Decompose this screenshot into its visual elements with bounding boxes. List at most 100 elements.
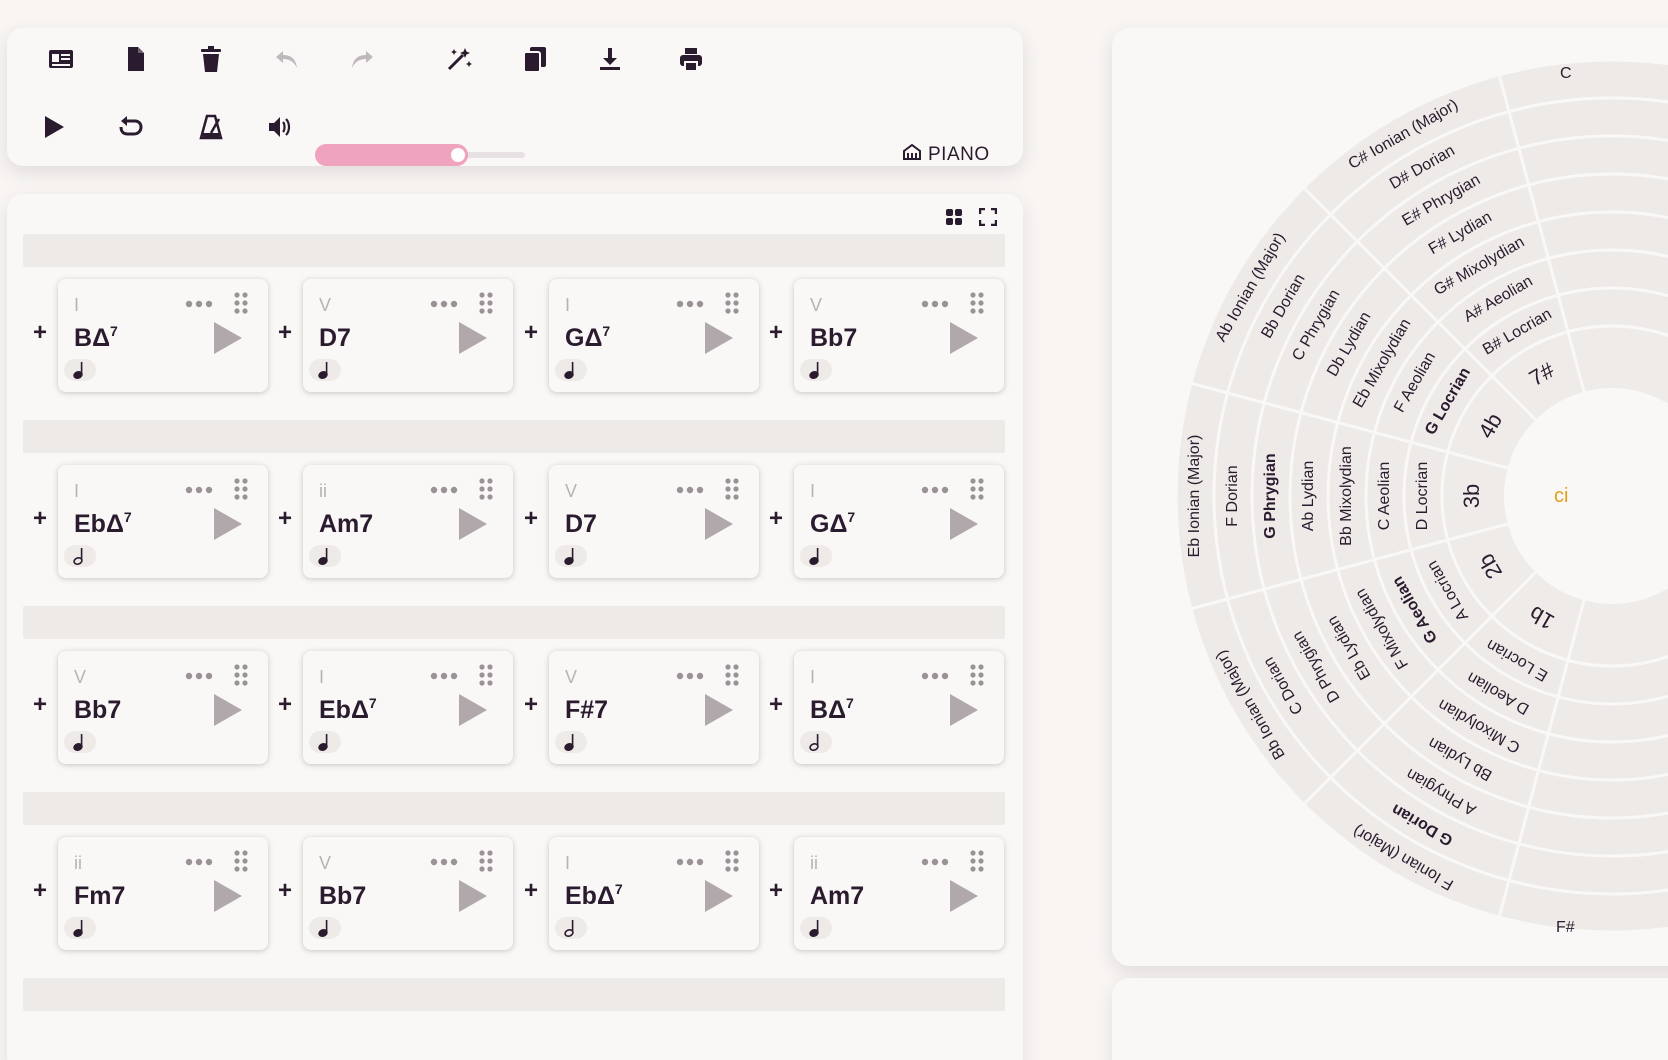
duration-badge[interactable] — [800, 359, 832, 381]
measure-drop-zone[interactable] — [23, 234, 1005, 267]
add-chord-button[interactable]: + — [30, 505, 50, 532]
delete-button[interactable] — [193, 41, 229, 77]
loop-button[interactable] — [113, 109, 149, 145]
chord-card[interactable]: V Bb7 — [58, 651, 268, 764]
chord-menu-button[interactable] — [676, 855, 706, 867]
mode-label[interactable]: G Phrygian — [1262, 453, 1279, 538]
chord-card[interactable]: V Bb7 — [303, 837, 513, 950]
chord-card[interactable]: ii Am7 — [794, 837, 1004, 950]
measure-drop-zone[interactable] — [23, 792, 1005, 825]
duration-badge[interactable] — [555, 359, 587, 381]
duration-badge[interactable] — [64, 917, 96, 939]
chord-card[interactable]: V Bb7 — [794, 279, 1004, 392]
drag-handle[interactable] — [724, 291, 740, 315]
duration-badge[interactable] — [64, 359, 96, 381]
play-chord-button[interactable] — [455, 505, 491, 543]
duration-badge[interactable] — [309, 731, 341, 753]
chord-menu-button[interactable] — [921, 855, 951, 867]
play-chord-button[interactable] — [455, 691, 491, 729]
play-chord-button[interactable] — [946, 319, 982, 357]
play-button[interactable] — [36, 109, 72, 145]
drag-handle[interactable] — [233, 291, 249, 315]
duration-badge[interactable] — [555, 917, 587, 939]
drag-handle[interactable] — [724, 663, 740, 687]
add-chord-button[interactable]: + — [30, 691, 50, 718]
chord-card[interactable]: I GΔ7 — [794, 465, 1004, 578]
chord-menu-button[interactable] — [921, 669, 951, 681]
chord-card[interactable]: V D7 — [549, 465, 759, 578]
add-chord-button[interactable]: + — [766, 319, 786, 346]
metronome-button[interactable] — [193, 109, 229, 145]
grid-view-button[interactable] — [945, 208, 963, 226]
copy-button[interactable] — [517, 41, 553, 77]
drag-handle[interactable] — [724, 849, 740, 873]
key-signature-label[interactable]: 3b — [1459, 484, 1484, 508]
volume-slider[interactable] — [315, 142, 525, 168]
new-file-button[interactable] — [118, 41, 154, 77]
chord-menu-button[interactable] — [430, 297, 460, 309]
add-chord-button[interactable]: + — [766, 877, 786, 904]
duration-badge[interactable] — [555, 731, 587, 753]
add-chord-button[interactable]: + — [275, 691, 295, 718]
play-chord-button[interactable] — [701, 691, 737, 729]
chord-menu-button[interactable] — [185, 297, 215, 309]
play-chord-button[interactable] — [455, 877, 491, 915]
chord-menu-button[interactable] — [430, 669, 460, 681]
drag-handle[interactable] — [233, 477, 249, 501]
chord-menu-button[interactable] — [676, 669, 706, 681]
chord-menu-button[interactable] — [921, 297, 951, 309]
duration-badge[interactable] — [800, 545, 832, 567]
chord-card[interactable]: I BΔ7 — [794, 651, 1004, 764]
mode-label[interactable]: C Aeolian — [1376, 462, 1393, 531]
volume-button[interactable] — [262, 109, 298, 145]
instrument-selector[interactable]: PIANO — [902, 143, 990, 167]
measure-drop-zone[interactable] — [23, 420, 1005, 453]
chord-menu-button[interactable] — [185, 669, 215, 681]
duration-badge[interactable] — [555, 545, 587, 567]
duration-badge[interactable] — [800, 731, 832, 753]
add-chord-button[interactable]: + — [521, 691, 541, 718]
chord-menu-button[interactable] — [430, 483, 460, 495]
chord-menu-button[interactable] — [185, 483, 215, 495]
mode-label[interactable]: Bb Mixolydian — [1338, 446, 1355, 546]
mode-label[interactable]: Eb Ionian (Major) — [1186, 435, 1203, 558]
add-chord-button[interactable]: + — [521, 505, 541, 532]
duration-badge[interactable] — [309, 359, 341, 381]
chord-menu-button[interactable] — [430, 855, 460, 867]
volume-thumb[interactable] — [447, 145, 468, 165]
duration-badge[interactable] — [309, 917, 341, 939]
add-chord-button[interactable]: + — [30, 319, 50, 346]
chord-menu-button[interactable] — [676, 483, 706, 495]
add-chord-button[interactable]: + — [521, 877, 541, 904]
print-button[interactable] — [673, 41, 709, 77]
magic-button[interactable] — [441, 41, 477, 77]
chord-menu-button[interactable] — [676, 297, 706, 309]
add-chord-button[interactable]: + — [275, 877, 295, 904]
play-chord-button[interactable] — [701, 877, 737, 915]
duration-badge[interactable] — [64, 545, 96, 567]
fullscreen-button[interactable] — [978, 207, 998, 227]
add-chord-button[interactable]: + — [275, 319, 295, 346]
play-chord-button[interactable] — [210, 877, 246, 915]
play-chord-button[interactable] — [946, 877, 982, 915]
drag-handle[interactable] — [969, 291, 985, 315]
duration-badge[interactable] — [64, 731, 96, 753]
drag-handle[interactable] — [724, 477, 740, 501]
play-chord-button[interactable] — [210, 319, 246, 357]
play-chord-button[interactable] — [701, 319, 737, 357]
undo-button[interactable] — [269, 41, 305, 77]
add-chord-button[interactable]: + — [275, 505, 295, 532]
chord-card[interactable]: I EbΔ7 — [549, 837, 759, 950]
download-button[interactable] — [592, 41, 628, 77]
drag-handle[interactable] — [233, 849, 249, 873]
song-info-button[interactable] — [43, 41, 79, 77]
drag-handle[interactable] — [969, 849, 985, 873]
chord-card[interactable]: ii Am7 — [303, 465, 513, 578]
add-chord-button[interactable]: + — [521, 319, 541, 346]
play-chord-button[interactable] — [455, 319, 491, 357]
chord-card[interactable]: V D7 — [303, 279, 513, 392]
redo-button[interactable] — [344, 41, 380, 77]
chord-card[interactable]: I EbΔ7 — [58, 465, 268, 578]
drag-handle[interactable] — [478, 477, 494, 501]
drag-handle[interactable] — [478, 663, 494, 687]
